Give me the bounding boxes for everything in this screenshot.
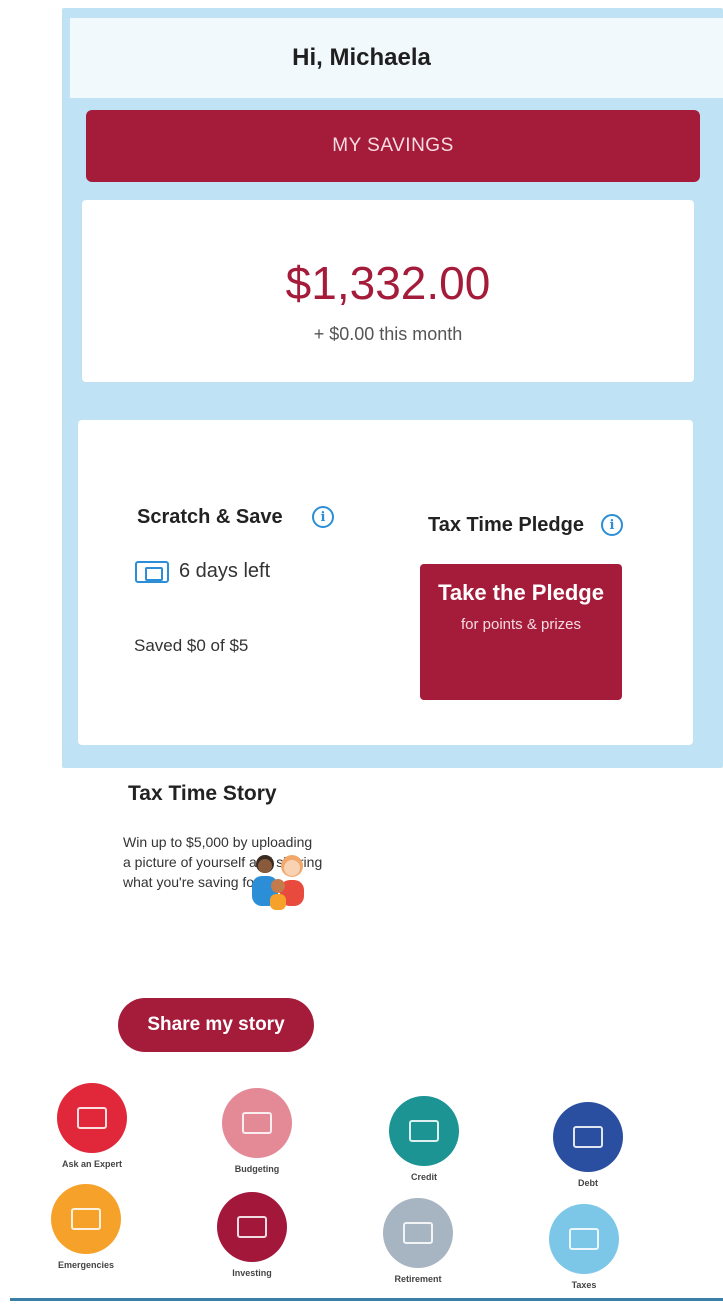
take-pledge-label: Take the Pledge: [438, 580, 604, 605]
category-credit[interactable]: Credit: [364, 1096, 484, 1182]
category-emergencies[interactable]: Emergencies: [26, 1184, 146, 1270]
ticket-icon: [135, 560, 169, 583]
plant-icon: [217, 1192, 287, 1262]
alarm-glyph: [71, 1208, 101, 1230]
category-label: Debt: [578, 1178, 598, 1188]
tax-pledge-title: Tax Time Pledge: [428, 514, 584, 536]
category-label: Taxes: [571, 1280, 597, 1290]
category-label: Ask an Expert: [61, 1159, 123, 1169]
document-glyph: [573, 1126, 603, 1148]
tax-form-icon: [549, 1204, 619, 1274]
category-budgeting[interactable]: Budgeting: [197, 1088, 317, 1174]
alarm-icon: [51, 1184, 121, 1254]
tax-pledge-info-icon[interactable]: i: [601, 514, 623, 536]
chat-bubbles-glyph: [77, 1107, 107, 1129]
family-illustration-icon: [252, 855, 304, 910]
greeting: Hi, Michaela: [292, 44, 431, 71]
document-icon: [553, 1102, 623, 1172]
my-savings-tab[interactable]: MY SAVINGS: [86, 110, 700, 182]
days-left-row: 6 days left: [135, 560, 270, 583]
wallet-icon: [222, 1088, 292, 1158]
wallet-glyph: [242, 1112, 272, 1134]
category-ask-expert[interactable]: Ask an Expert: [32, 1083, 152, 1169]
credit-card-glyph: [409, 1120, 439, 1142]
chat-bubbles-icon: [57, 1083, 127, 1153]
category-retirement[interactable]: Retirement: [358, 1198, 478, 1284]
house-glyph: [403, 1222, 433, 1244]
category-debt[interactable]: Debt: [528, 1102, 648, 1188]
saved-progress-text: Saved $0 of $5: [134, 636, 249, 655]
category-investing[interactable]: Investing: [192, 1192, 312, 1278]
savings-dashboard: Hi, Michaela MY SAVINGS $1,332.00 + $0.0…: [0, 0, 723, 1310]
scratch-save-info-icon[interactable]: i: [312, 506, 334, 528]
tax-story-title: Tax Time Story: [128, 782, 277, 805]
bottom-divider: [10, 1298, 723, 1301]
category-label: Investing: [232, 1268, 272, 1278]
tax-form-glyph: [569, 1228, 599, 1250]
share-story-button[interactable]: Share my story: [118, 998, 314, 1052]
credit-card-icon: [389, 1096, 459, 1166]
category-label: Retirement: [394, 1274, 442, 1284]
monthly-change: + $0.00 this month: [313, 324, 463, 344]
savings-balance: $1,332.00: [285, 257, 491, 309]
balance-card: $1,332.00 + $0.00 this month: [82, 200, 694, 382]
category-label: Budgeting: [234, 1164, 280, 1174]
days-left-text: 6 days left: [179, 560, 271, 582]
scratch-save-title: Scratch & Save: [137, 506, 283, 528]
house-icon: [383, 1198, 453, 1268]
plant-glyph: [237, 1216, 267, 1238]
take-pledge-button[interactable]: Take the Pledge for points & prizes: [420, 564, 622, 700]
category-taxes[interactable]: Taxes: [524, 1204, 644, 1290]
pledge-sublabel: for points & prizes: [460, 616, 582, 633]
category-label: Credit: [410, 1172, 437, 1182]
category-label: Emergencies: [57, 1260, 115, 1270]
